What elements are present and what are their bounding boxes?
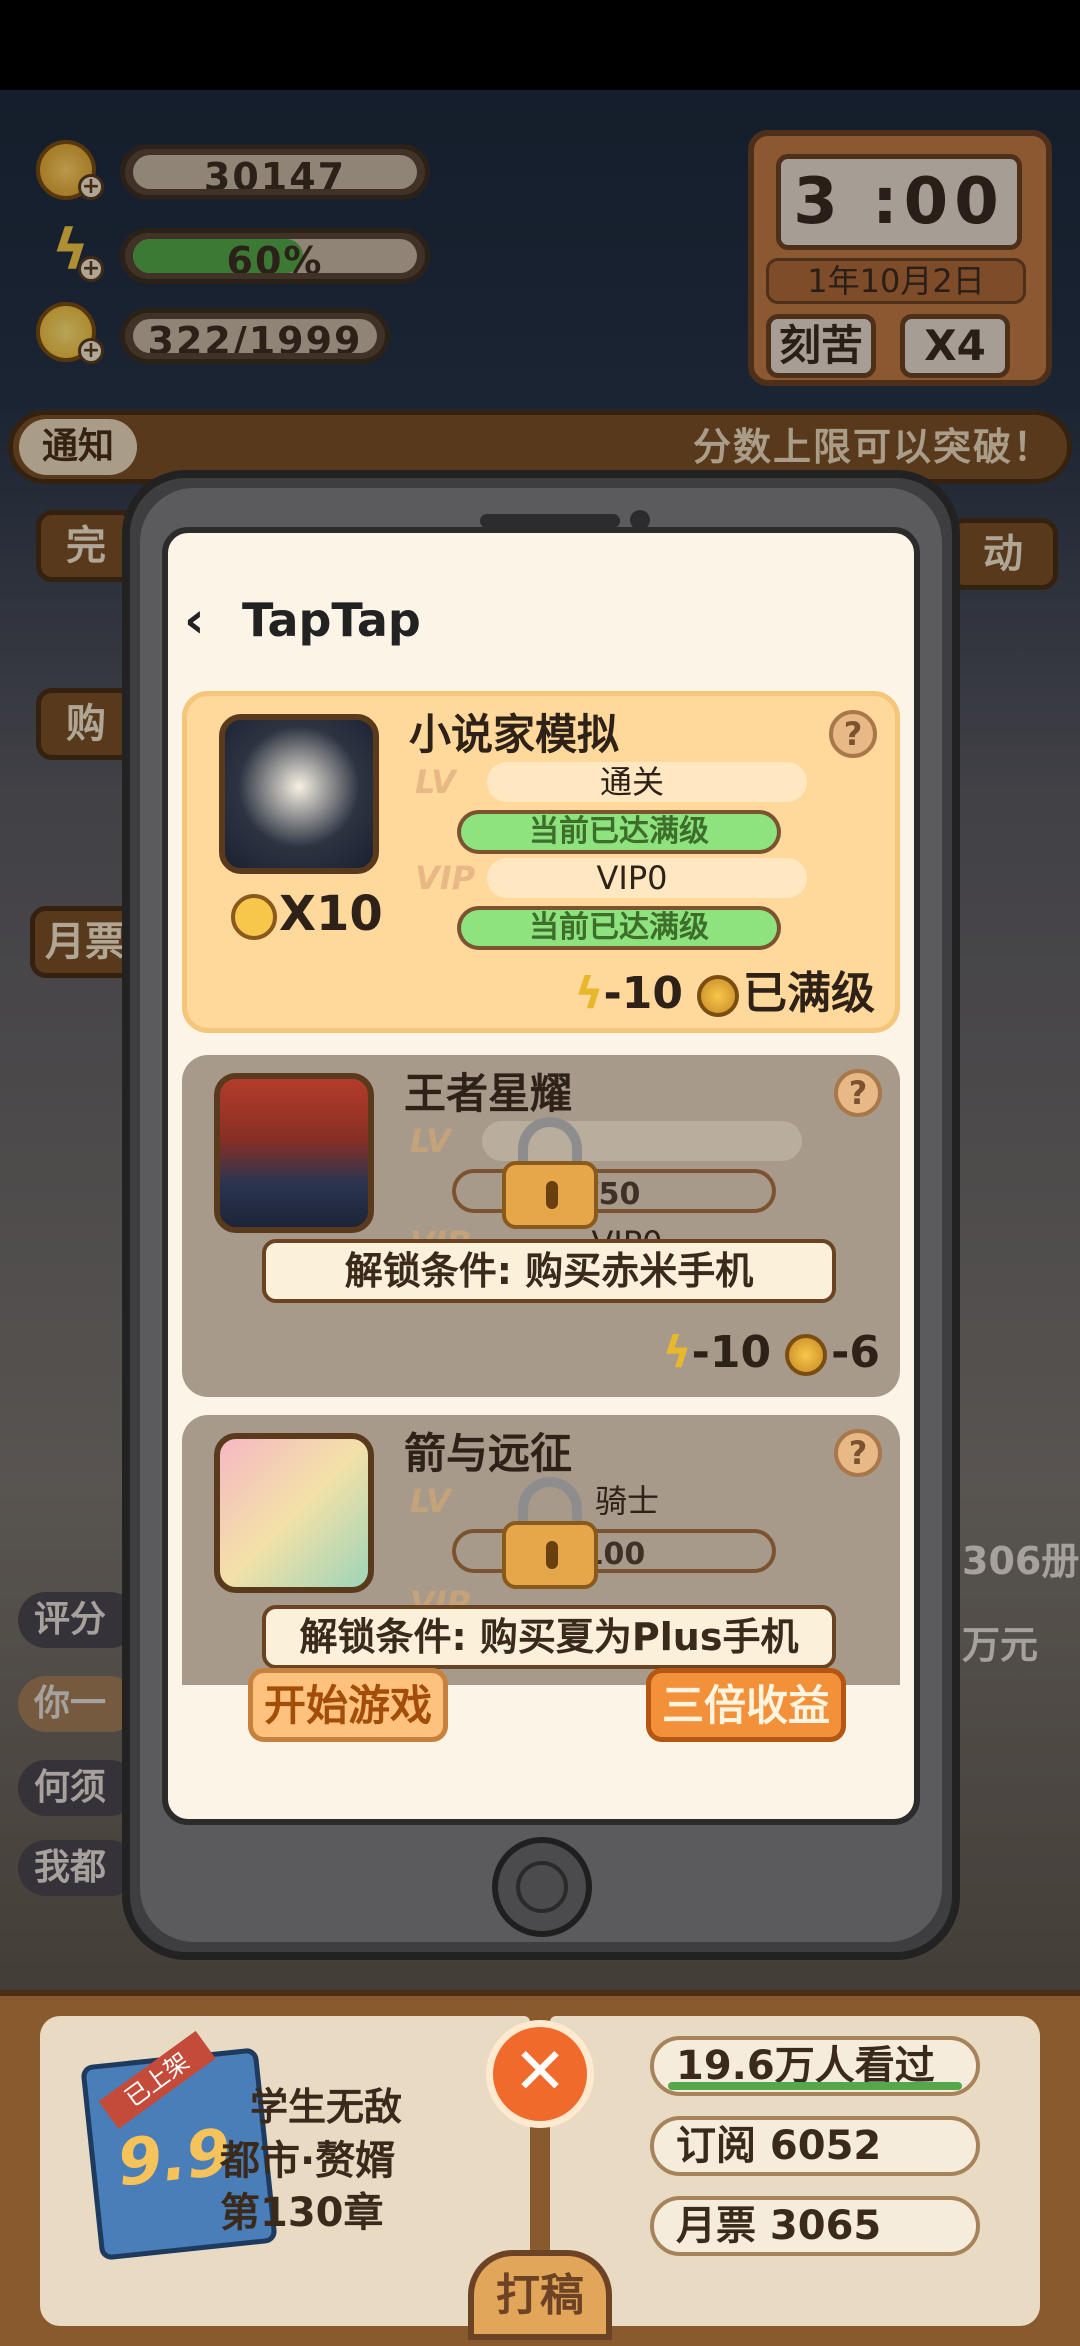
- game-name: 王者星耀: [404, 1069, 573, 1118]
- home-button-ring: [516, 1861, 568, 1913]
- book-ribbon: 已上架: [98, 2030, 216, 2129]
- game-name: 小说家模拟: [409, 710, 620, 759]
- unlock-condition: 解锁条件: 购买赤米手机: [262, 1239, 836, 1303]
- book-right-page: 19.6万人看过 订阅 6052 月票 3065: [550, 2016, 1040, 2326]
- lv-value: 通关: [599, 763, 664, 801]
- book-genre: 都市·赘婿: [220, 2138, 396, 2184]
- idea-bulb-icon: [231, 894, 277, 940]
- help-icon[interactable]: ?: [829, 710, 877, 758]
- energy-icon: ϟ: [662, 1327, 692, 1378]
- book-left-page: 已上架 9.9 学生无敌 都市·赘婿 第130章: [40, 2016, 530, 2326]
- lock-icon: [502, 1117, 598, 1229]
- reward-value: X10: [279, 886, 383, 942]
- game-card-arrow[interactable]: 箭与远征 ? LV 骑士 100 VIP 解锁条件: 购买夏为Plus手机: [182, 1415, 900, 1685]
- game-icon-king: [214, 1073, 374, 1233]
- lv-tag: LV: [410, 1482, 451, 1520]
- triple-income-button[interactable]: 三倍收益: [646, 1668, 846, 1742]
- coin-icon: [697, 975, 739, 1017]
- help-icon[interactable]: ?: [834, 1069, 882, 1117]
- energy-icon: ϟ: [574, 968, 604, 1019]
- views-stat: 19.6万人看过: [650, 2036, 980, 2096]
- vip-value: VIP0: [596, 859, 668, 897]
- start-game-button[interactable]: 开始游戏: [248, 1668, 448, 1742]
- vip-progress-bar: 当前已达满级: [457, 906, 781, 950]
- coin-icon: [785, 1334, 828, 1376]
- subscriptions-stat: 订阅 6052: [650, 2116, 980, 2176]
- cost-row: ϟ-10 -6: [663, 1323, 880, 1383]
- lv-progress-bar: 100: [452, 1529, 776, 1573]
- game-list[interactable]: 小说家模拟 ? LV 通关 当前已达满级 VIP VIP0 当前已达满级 X10…: [168, 691, 914, 1685]
- close-icon[interactable]: ✕: [486, 2020, 594, 2128]
- phone-screen: ‹ TapTap 小说家模拟 ? LV 通关 当前已达满级 VIP VIP0 当…: [162, 527, 920, 1825]
- game-card-novelist[interactable]: 小说家模拟 ? LV 通关 当前已达满级 VIP VIP0 当前已达满级 X10…: [182, 691, 900, 1033]
- book-title: 学生无敌: [250, 2085, 403, 2129]
- phone-speaker: [480, 514, 620, 528]
- energy-cost: -10: [603, 968, 684, 1019]
- coin-cost: -6: [831, 1327, 880, 1378]
- lv-tag: LV: [415, 763, 456, 801]
- status-bar: [0, 0, 1080, 90]
- lv-tag: LV: [410, 1122, 451, 1160]
- vip-progress-text: 当前已达满级: [461, 910, 777, 946]
- game-icon-arrow: [214, 1433, 374, 1593]
- monthly-votes-stat: 月票 3065: [650, 2196, 980, 2256]
- chevron-left-icon[interactable]: ‹: [184, 585, 205, 655]
- book-score: 9.9: [113, 2115, 235, 2202]
- cost-row: ϟ-10 已满级: [574, 964, 875, 1024]
- book-chapter: 第130章: [220, 2190, 384, 2236]
- coin-cost: 已满级: [743, 968, 875, 1019]
- help-icon[interactable]: ?: [834, 1429, 882, 1477]
- lv-progress-bar: /50: [452, 1169, 776, 1213]
- reward: X10: [231, 884, 383, 944]
- draft-button[interactable]: 打稿: [468, 2250, 612, 2340]
- unlock-condition: 解锁条件: 购买夏为Plus手机: [262, 1605, 836, 1669]
- game-icon-novelist: [219, 714, 379, 874]
- phone-home-button[interactable]: [492, 1837, 592, 1937]
- app-title: TapTap: [242, 593, 421, 647]
- lv-progress-bar: 当前已达满级: [457, 810, 781, 854]
- lock-icon: [502, 1477, 598, 1589]
- game-name: 箭与远征: [404, 1429, 573, 1478]
- energy-cost: -10: [691, 1327, 772, 1378]
- game-card-king[interactable]: 王者星耀 ? LV /50 VIP VIP0 解锁条件: 购买赤米手机 ϟ-10…: [182, 1055, 900, 1397]
- views-progress: [668, 2082, 962, 2090]
- lv-progress-text: 当前已达满级: [461, 814, 777, 850]
